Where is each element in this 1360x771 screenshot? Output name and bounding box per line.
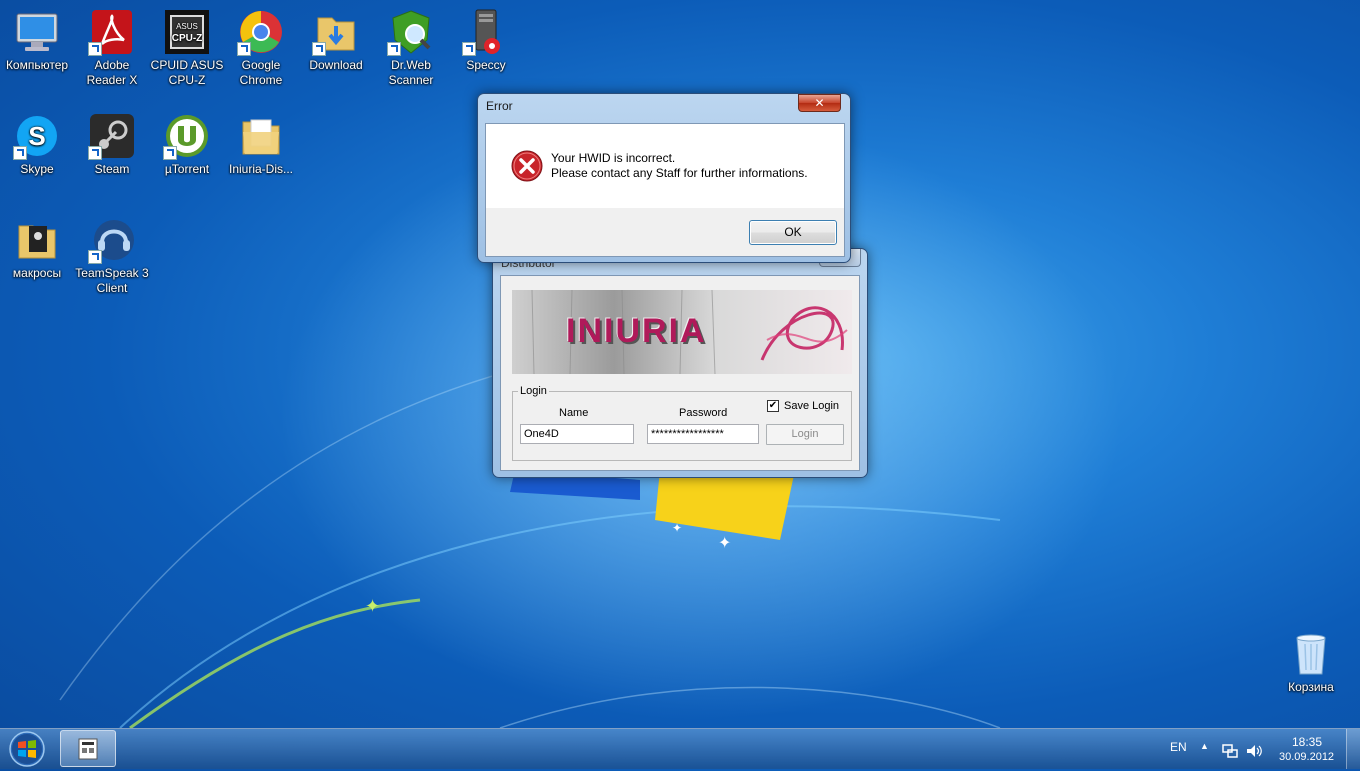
svg-text:S: S	[28, 121, 45, 151]
password-input[interactable]: *****************	[647, 424, 759, 444]
save-login-label: Save Login	[784, 400, 840, 412]
svg-text:CPU-Z: CPU-Z	[172, 33, 203, 44]
icon-label: Speccy	[466, 58, 506, 72]
clock-time[interactable]: 18:35	[1292, 735, 1322, 749]
svg-text:✦: ✦	[718, 533, 731, 552]
desktop-icon-adobe-reader[interactable]: Adobe Reader X	[75, 8, 149, 88]
show-hidden-icons-button[interactable]: ▲	[1200, 741, 1209, 751]
icon-label: TeamSpeak 3 Client	[75, 266, 149, 295]
icon-label: CPUID ASUS CPU-Z	[150, 58, 224, 87]
icon-label: Adobe Reader X	[86, 58, 138, 87]
desktop-icon-drweb[interactable]: Dr.Web Scanner	[374, 8, 448, 88]
volume-icon[interactable]	[1246, 743, 1262, 759]
computer-icon	[16, 13, 58, 51]
name-input[interactable]: One4D	[520, 424, 634, 444]
shortcut-arrow-icon	[88, 42, 102, 56]
error-icon	[511, 150, 543, 182]
distributor-client-area: INIURIA Login Name Password One4D ******…	[500, 275, 860, 471]
app-window-icon	[78, 738, 98, 760]
login-button[interactable]: Login	[766, 424, 844, 445]
desktop-icon-chrome[interactable]: Google Chrome	[224, 8, 298, 88]
save-login-checkbox[interactable]: ✔	[767, 400, 779, 412]
desktop-icon-teamspeak[interactable]: TeamSpeak 3 Client	[75, 216, 149, 296]
svg-text:ASUS: ASUS	[176, 22, 198, 31]
desktop-icon-cpuz[interactable]: ASUS CPU-Z CPUID ASUS CPU-Z	[150, 8, 224, 88]
desktop-icon-iniuria-folder[interactable]: Iniuria-Dis...	[224, 112, 298, 177]
error-dialog: Error ✕ Your HWID is incorrect. Please c…	[477, 93, 851, 263]
start-button[interactable]	[4, 730, 50, 768]
error-close-button[interactable]: ✕	[798, 94, 841, 112]
recycle-bin-icon	[1296, 634, 1326, 675]
desktop-icon-speccy[interactable]: Speccy	[449, 8, 523, 73]
folder-icon	[18, 225, 56, 259]
desktop-icon-computer[interactable]: Компьютер	[0, 8, 74, 73]
shortcut-arrow-icon	[13, 146, 27, 160]
ok-button[interactable]: OK	[749, 220, 837, 245]
shortcut-arrow-icon	[163, 146, 177, 160]
iniuria-banner: INIURIA	[512, 290, 852, 374]
desktop-icon-utorrent[interactable]: µTorrent	[150, 112, 224, 177]
taskbar-app-distributor[interactable]	[60, 730, 116, 767]
shortcut-arrow-icon	[88, 250, 102, 264]
clock-date[interactable]: 30.09.2012	[1279, 751, 1334, 763]
icon-label: Корзина	[1288, 680, 1334, 694]
svg-text:✦: ✦	[365, 596, 380, 617]
taskbar: EN ▲ 18:35 30.09.2012	[0, 728, 1360, 769]
desktop-icon-download[interactable]: Download	[299, 8, 373, 73]
folder-icon	[242, 119, 280, 155]
desktop-icon-skype[interactable]: S Skype	[0, 112, 74, 177]
desktop-icon-macros-folder[interactable]: макросы	[0, 216, 74, 281]
error-client-area: Your HWID is incorrect. Please contact a…	[485, 123, 845, 257]
network-icon[interactable]	[1222, 743, 1238, 759]
shortcut-arrow-icon	[312, 42, 326, 56]
icon-label: макросы	[12, 266, 62, 280]
icon-label: Download	[309, 58, 363, 72]
error-message-line2: Please contact any Staff for further inf…	[551, 166, 808, 180]
error-message-line1: Your HWID is incorrect.	[551, 151, 676, 165]
icon-label: Steam	[94, 162, 130, 176]
svg-text:✦: ✦	[672, 521, 682, 535]
password-label: Password	[679, 407, 728, 419]
error-message-panel: Your HWID is incorrect. Please contact a…	[486, 124, 844, 208]
cpuz-icon: ASUS CPU-Z	[165, 10, 209, 54]
icon-label: Skype	[20, 162, 54, 176]
distributor-window: Distributor INIURIA Login Name Password …	[492, 248, 868, 478]
windows-logo-icon	[9, 731, 45, 767]
icon-label: Google Chrome	[239, 58, 283, 87]
error-dialog-title: Error	[486, 99, 513, 113]
shortcut-arrow-icon	[387, 42, 401, 56]
shortcut-arrow-icon	[88, 146, 102, 160]
shortcut-arrow-icon	[462, 42, 476, 56]
desktop-icon-steam[interactable]: Steam	[75, 112, 149, 177]
icon-label: µTorrent	[164, 162, 210, 176]
name-label: Name	[559, 407, 589, 419]
banner-logo-text: INIURIA	[566, 312, 707, 350]
icon-label: Dr.Web Scanner	[388, 58, 434, 87]
icon-label: Компьютер	[5, 58, 69, 72]
login-group-label: Login	[518, 385, 549, 397]
shortcut-arrow-icon	[237, 42, 251, 56]
icon-label: Iniuria-Dis...	[228, 162, 293, 176]
show-desktop-button[interactable]	[1346, 729, 1360, 769]
desktop-icon-recycle-bin[interactable]: Корзина	[1274, 630, 1348, 695]
language-indicator[interactable]: EN	[1170, 740, 1187, 754]
